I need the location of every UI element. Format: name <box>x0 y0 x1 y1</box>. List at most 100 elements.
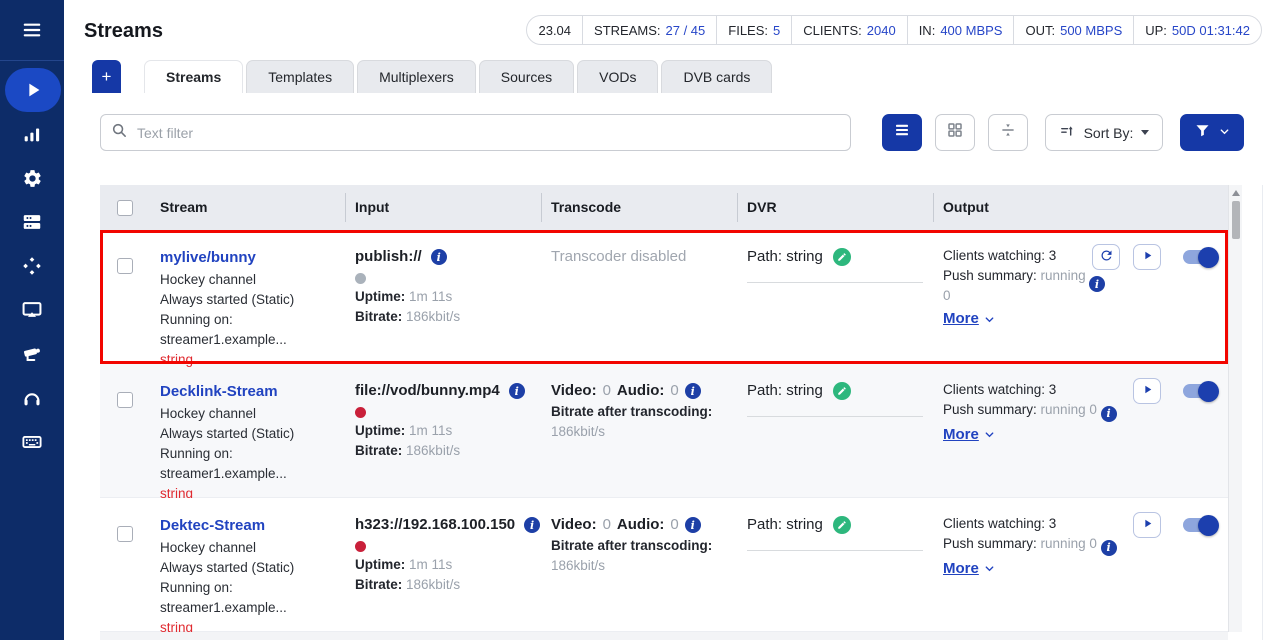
uptime-label: Uptime: <box>355 423 405 438</box>
table-body: mylive/bunny Hockey channel Always start… <box>100 230 1228 632</box>
dvr-path-text: Path: string <box>747 246 823 268</box>
page-title: Streams <box>84 20 163 43</box>
bar-chart-icon <box>21 123 43 145</box>
app-window: Streams 23.04 STREAMS:27 / 45 FILES:5 CL… <box>0 0 1280 640</box>
diamonds-icon <box>21 255 43 277</box>
bitrate-label: Bitrate: <box>355 443 402 458</box>
sidebar-item-statistics[interactable] <box>0 112 64 156</box>
output-cell: Clients watching: 3 Push summary: runnin… <box>933 230 1228 370</box>
column-header-dvr: DVR <box>737 185 933 230</box>
stream-enabled-toggle[interactable] <box>1183 384 1216 398</box>
sidebar-item-streams[interactable] <box>5 68 61 112</box>
row-checkbox[interactable] <box>117 526 133 542</box>
bitrate-label: Bitrate: <box>355 309 402 324</box>
dvr-divider <box>747 416 923 417</box>
input-status-dot <box>355 273 366 284</box>
info-icon[interactable] <box>509 383 525 399</box>
info-icon[interactable] <box>685 517 701 533</box>
stream-cell: mylive/bunny Hockey channel Always start… <box>150 230 345 370</box>
more-link[interactable]: More <box>943 558 995 580</box>
menu-icon[interactable] <box>0 12 64 48</box>
stat-out: OUT:500 MBPS <box>1014 23 1133 38</box>
stream-tag: string <box>160 350 335 370</box>
stream-enabled-toggle[interactable] <box>1183 518 1216 532</box>
stream-name-link[interactable]: Decklink-Stream <box>160 380 335 404</box>
table-scrollbar[interactable] <box>1228 185 1242 632</box>
tab-sources[interactable]: Sources <box>479 60 574 93</box>
output-cell: Clients watching: 3 Push summary: runnin… <box>933 498 1228 638</box>
sidebar-item-cluster[interactable] <box>0 244 64 288</box>
restart-stream-button[interactable] <box>1092 244 1120 270</box>
tab-dvb-cards[interactable]: DVB cards <box>661 60 772 93</box>
more-chevron-icon <box>984 314 995 325</box>
add-stream-button[interactable]: + <box>92 60 121 93</box>
stream-row-decklink: Decklink-Stream Hockey channel Always st… <box>100 364 1228 498</box>
tab-multiplexers[interactable]: Multiplexers <box>357 60 476 93</box>
video-value: 0 <box>603 514 611 536</box>
transcoder-disabled-text: Transcoder disabled <box>551 246 727 268</box>
dvr-path-text: Path: string <box>747 380 823 402</box>
play-stream-button[interactable] <box>1133 244 1161 270</box>
stream-running-on: Running on: streamer1.example... <box>160 444 335 484</box>
scrollbar-thumb[interactable] <box>1232 201 1240 239</box>
sort-by-button[interactable]: Sort By: <box>1045 114 1163 151</box>
stream-mode: Always started (Static) <box>160 424 335 444</box>
dvr-edit-icon[interactable] <box>833 516 851 534</box>
sort-icon <box>1059 123 1076 143</box>
more-link[interactable]: More <box>943 424 995 446</box>
column-header-output: Output <box>933 185 1228 230</box>
info-icon[interactable] <box>1101 406 1117 422</box>
info-icon[interactable] <box>1089 276 1105 292</box>
funnel-icon <box>1194 122 1211 144</box>
play-stream-button[interactable] <box>1133 378 1161 404</box>
tab-streams[interactable]: Streams <box>144 60 243 93</box>
stream-description: Hockey channel <box>160 404 335 424</box>
uptime-label: Uptime: <box>355 289 405 304</box>
row-checkbox[interactable] <box>117 392 133 408</box>
stream-name-link[interactable]: mylive/bunny <box>160 246 335 270</box>
text-filter-field <box>100 114 851 151</box>
play-stream-button[interactable] <box>1133 512 1161 538</box>
gear-icon <box>22 168 43 189</box>
push-summary-count: 0 <box>943 286 1153 306</box>
sort-caret-icon <box>1141 130 1149 135</box>
search-input[interactable] <box>137 125 840 141</box>
output-cell: Clients watching: 3 Push summary: runnin… <box>933 364 1228 504</box>
more-link[interactable]: More <box>943 308 995 330</box>
transcode-cell: Video:0Audio:0 Bitrate after transcoding… <box>541 364 737 504</box>
stream-name-link[interactable]: Dektec-Stream <box>160 514 335 538</box>
main-content: Streams 23.04 STREAMS:27 / 45 FILES:5 CL… <box>64 0 1280 640</box>
tabs-bar: + Streams Templates Multiplexers Sources… <box>64 60 1280 93</box>
collapse-rows-button[interactable] <box>988 114 1028 151</box>
sidebar-item-screens[interactable] <box>0 288 64 332</box>
tab-vods[interactable]: VODs <box>577 60 658 93</box>
grid-view-button[interactable] <box>935 114 975 151</box>
sidebar-item-support[interactable] <box>0 376 64 420</box>
list-view-button[interactable] <box>882 114 922 151</box>
stat-uptime: UP:50D 01:31:42 <box>1134 23 1261 38</box>
sidebar-item-servers[interactable] <box>0 200 64 244</box>
stream-enabled-toggle[interactable] <box>1183 250 1216 264</box>
dvr-edit-icon[interactable] <box>833 248 851 266</box>
info-icon[interactable] <box>431 249 447 265</box>
dvr-edit-icon[interactable] <box>833 382 851 400</box>
sidebar-item-camera[interactable] <box>0 332 64 376</box>
input-status-dot <box>355 407 366 418</box>
push-summary-value: running <box>1041 268 1086 283</box>
info-icon[interactable] <box>1101 540 1117 556</box>
row-checkbox[interactable] <box>117 258 133 274</box>
sidebar-item-console[interactable] <box>0 420 64 464</box>
info-icon[interactable] <box>524 517 540 533</box>
select-all-checkbox[interactable] <box>117 200 133 216</box>
play-icon <box>1141 517 1154 533</box>
sidebar-item-settings[interactable] <box>0 156 64 200</box>
filter-chevron-icon <box>1219 124 1230 142</box>
push-summary-value: running 0 <box>1041 536 1097 551</box>
tab-templates[interactable]: Templates <box>246 60 354 93</box>
scroll-up-arrow-icon[interactable] <box>1232 190 1240 196</box>
next-row-edge <box>100 632 1228 640</box>
filter-button[interactable] <box>1180 114 1244 151</box>
push-summary-label: Push summary: <box>943 536 1037 551</box>
info-icon[interactable] <box>685 383 701 399</box>
restart-icon <box>1099 248 1114 266</box>
